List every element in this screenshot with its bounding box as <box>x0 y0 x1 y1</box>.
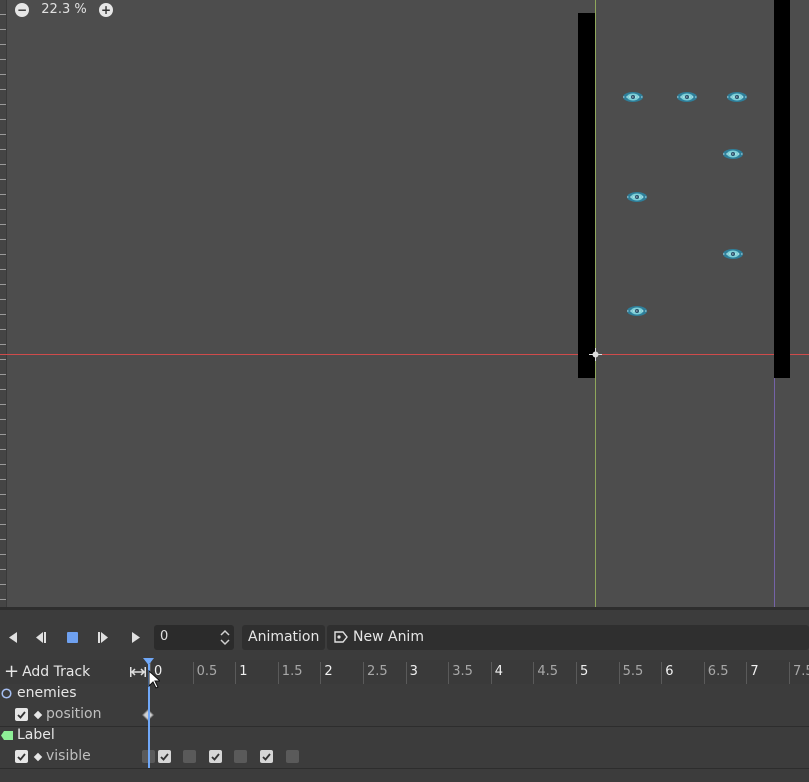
tick-mark <box>490 662 492 684</box>
tick-label: 3 <box>409 664 418 679</box>
tick-label: 5 <box>580 664 589 679</box>
enemy-sprite-icon[interactable] <box>722 147 744 161</box>
tick-mark <box>661 662 663 684</box>
animation-panel: 0 Animation New Anim + Add Track 0 0.5 1… <box>0 610 809 782</box>
tick-mark <box>277 662 279 684</box>
play-icon[interactable] <box>123 624 149 650</box>
tick-mark <box>576 662 577 684</box>
tick-mark <box>192 662 194 684</box>
tick-mark <box>235 662 237 684</box>
animation-selector[interactable]: New Anim <box>327 625 809 650</box>
track-row-visible[interactable]: visible <box>0 746 809 767</box>
zoom-level[interactable]: 22.3 % <box>35 2 93 17</box>
tick-mark <box>533 662 535 684</box>
canvas-viewport[interactable]: − 22.3 % + <box>0 0 809 607</box>
track-node-name: Label <box>17 727 55 743</box>
add-track-label: Add Track <box>22 664 91 680</box>
track-separator <box>0 768 809 769</box>
plus-icon: + <box>4 661 20 682</box>
x-axis-line <box>0 354 809 355</box>
enemy-sprite-icon[interactable] <box>622 90 644 104</box>
track-group-label[interactable]: Label <box>0 725 809 746</box>
tick-mark <box>448 662 450 684</box>
visible-keyframe[interactable] <box>209 750 222 763</box>
tick-label: 4 <box>494 664 504 679</box>
visible-keyframe[interactable] <box>260 750 273 763</box>
time-value[interactable]: 0 <box>160 629 168 644</box>
track-type-icon <box>33 752 43 762</box>
origin-crosshair-icon <box>589 348 602 361</box>
animation-menu-button[interactable]: Animation <box>242 625 326 650</box>
label-node-icon <box>1 731 13 740</box>
tick-label: 7 <box>750 664 759 679</box>
screen-edge-line <box>774 355 775 607</box>
zoom-controls: − 22.3 % + <box>15 2 113 17</box>
zoom-in-icon[interactable]: + <box>99 2 113 17</box>
animation-toolbar: 0 Animation New Anim <box>0 624 809 650</box>
tick-mark <box>746 662 748 684</box>
enemy-sprite-icon[interactable] <box>626 190 648 204</box>
track-enabled-checkbox[interactable] <box>15 750 28 763</box>
y-axis-line <box>595 0 596 607</box>
enemy-sprite-icon[interactable] <box>676 90 698 104</box>
track-group-enemies[interactable]: enemies <box>0 683 809 704</box>
timeline-header: + Add Track 0 0.5 1 1.5 2 2.5 3 3.5 4 4.5 5 5.5 6 6.5… <box>0 660 809 684</box>
tick-label: 6.5 <box>707 664 729 679</box>
track-row-position[interactable]: position <box>0 704 809 725</box>
visible-keyframe[interactable] <box>158 750 171 763</box>
spinner-arrows-icon[interactable] <box>220 628 230 647</box>
play-backwards-icon[interactable] <box>0 624 26 650</box>
play-from-start-icon[interactable] <box>90 624 116 650</box>
right-wall[interactable] <box>774 0 790 378</box>
enemy-sprite-icon[interactable] <box>626 304 648 318</box>
stop-icon[interactable] <box>59 624 85 650</box>
current-animation-name: New Anim <box>353 629 424 645</box>
add-track-button[interactable]: + Add Track <box>4 660 90 684</box>
track-property-name: visible <box>46 748 91 764</box>
tick-label: 7.5 <box>793 664 809 679</box>
tick-label: 1.5 <box>281 664 303 679</box>
tick-label: 5.5 <box>622 664 644 679</box>
track-node-name: enemies <box>17 685 77 701</box>
enemy-sprite-icon[interactable] <box>726 90 748 104</box>
tick-mark <box>703 662 705 684</box>
tick-mark <box>618 662 620 684</box>
left-wall[interactable] <box>578 13 595 378</box>
visible-keyframe[interactable] <box>286 750 299 763</box>
fit-timeline-icon[interactable] <box>130 666 146 678</box>
visible-keyframe[interactable] <box>183 750 196 763</box>
tick-label: 3.5 <box>452 664 473 679</box>
mouse-cursor-icon <box>148 670 160 689</box>
tick-label: 4.5 <box>537 664 559 679</box>
play-backwards-from-end-icon[interactable] <box>27 624 53 650</box>
visible-keyframe[interactable] <box>234 750 247 763</box>
time-spinbox[interactable]: 0 <box>154 625 234 650</box>
zoom-out-icon[interactable]: − <box>15 2 29 17</box>
vertical-ruler <box>0 0 7 607</box>
node-circle-icon <box>1 688 12 699</box>
tick-mark <box>320 662 322 684</box>
tick-label: 1 <box>239 664 248 679</box>
tick-mark <box>363 662 364 684</box>
tick-mark <box>789 662 790 684</box>
enemy-sprite-icon[interactable] <box>722 247 744 261</box>
animation-icon <box>334 631 348 643</box>
tick-label: 2.5 <box>367 664 388 679</box>
track-type-icon <box>33 710 43 720</box>
tick-label: 2 <box>324 664 333 679</box>
timeline-ruler[interactable]: 00.511.522.533.544.555.566.577.5 <box>148 660 809 684</box>
tick-mark <box>405 662 407 684</box>
track-property-name: position <box>46 706 102 722</box>
track-enabled-checkbox[interactable] <box>15 708 28 721</box>
tick-label: 6 <box>665 664 674 679</box>
tick-label: 0.5 <box>196 664 218 679</box>
